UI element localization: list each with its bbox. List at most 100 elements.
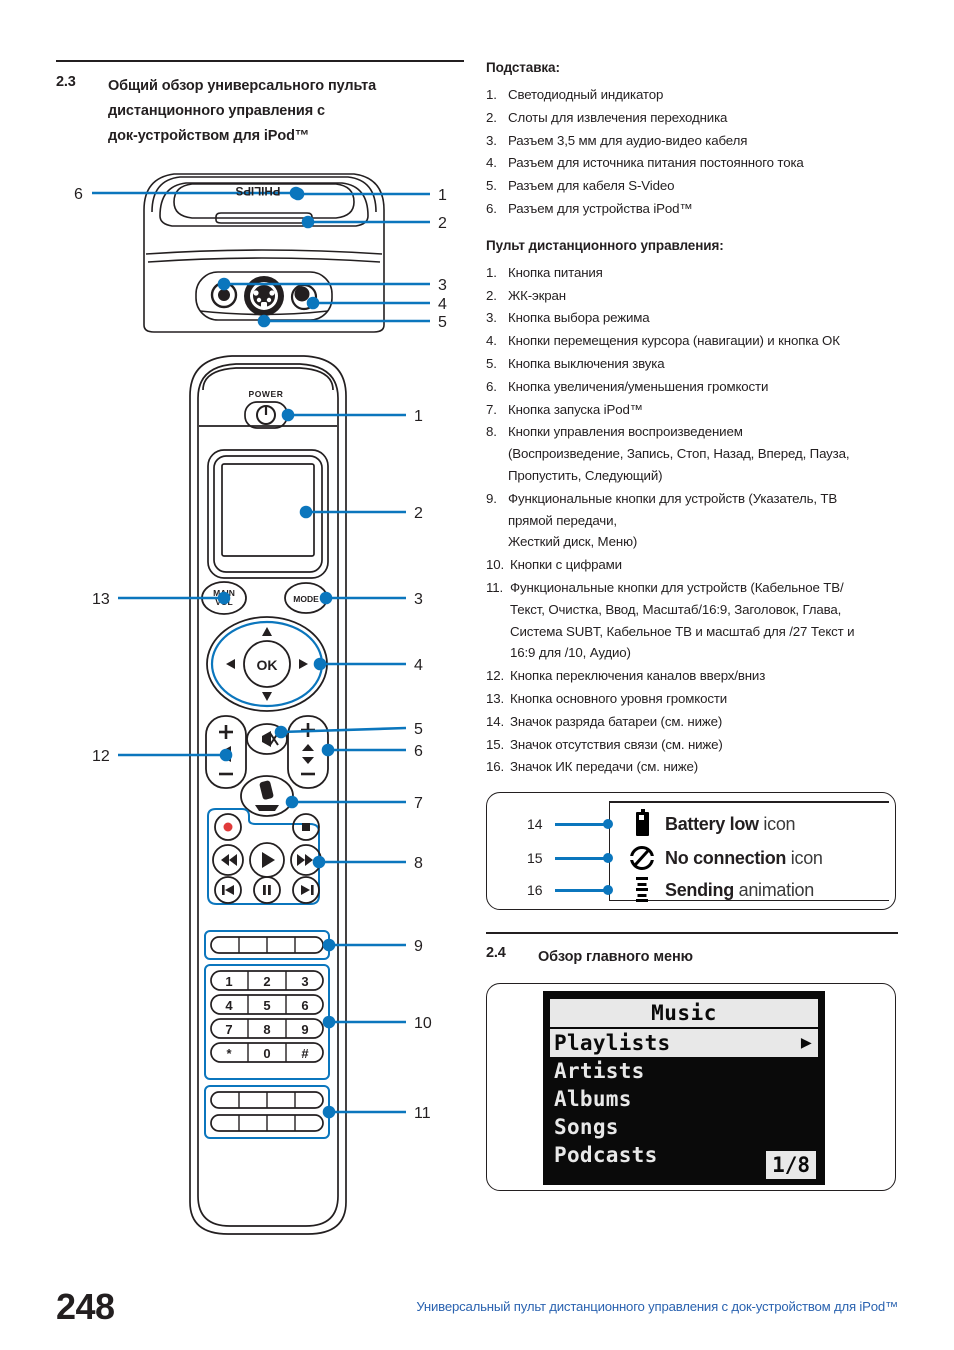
- remote-callout-4: 4: [414, 657, 423, 674]
- left-column: 2.3 Общий обзор универсального пульта ди…: [56, 60, 464, 149]
- lcd-menu-item-label: Albums: [554, 1087, 632, 1112]
- ipod-launch-button: [240, 775, 294, 817]
- remote-callout-9: 9: [414, 938, 423, 955]
- list-item-number: 16.: [486, 759, 505, 775]
- soft-key-row: [204, 930, 330, 960]
- list-item-text: Кнопка увеличения/уменьшения громкости: [508, 378, 769, 394]
- list-item-number: 2.: [486, 109, 497, 125]
- power-label: POWER: [248, 389, 283, 399]
- lcd-title: Music: [550, 999, 818, 1028]
- list-item-cont: Текст, Очистка, Ввод, Масштаб/16:9, Заго…: [510, 601, 842, 617]
- battery-low-icon: [627, 809, 657, 837]
- lcd-menu-item-artists[interactable]: Artists: [550, 1057, 818, 1085]
- power-button: POWER: [244, 389, 288, 429]
- dock-list: 1. Светодиодный индикатор 2. Слоты для изв…: [486, 84, 898, 220]
- list-item: 2. Слоты для извлечения переходника: [486, 107, 898, 129]
- remote-callout-10: 10: [414, 1015, 432, 1032]
- dock-callout-1: 1: [438, 187, 447, 204]
- navigation-ring: OK: [206, 616, 328, 712]
- section-2-3-title-line2: дистанционного управления с: [108, 102, 325, 119]
- list-item: 6. Разъем для устройства iPod™: [486, 198, 898, 220]
- icon-legend-label-battery: Battery low icon: [665, 813, 796, 835]
- lcd-menu-item-albums[interactable]: Albums: [550, 1085, 818, 1113]
- list-item-cont: Пропустить, Следующий): [508, 467, 663, 483]
- list-item-cont: Жесткий диск, Меню): [508, 534, 638, 550]
- list-item-number: 6.: [486, 378, 497, 394]
- list-item-text: Значок ИК передачи (см. ниже): [510, 759, 699, 775]
- icon-legend-label-bold: No connection: [665, 847, 787, 868]
- list-item-text: Кнопка переключения каналов вверх/вниз: [510, 668, 766, 684]
- chevron-right-icon: ▶: [800, 1032, 812, 1054]
- svg-text:2: 2: [263, 974, 270, 989]
- list-item-number: 8.: [486, 424, 497, 440]
- dock-callout-4: 4: [438, 296, 447, 313]
- remote-diagram: POWER MAIN VOL MODE OK: [56, 350, 464, 1240]
- channel-down-icon: [302, 757, 314, 764]
- lcd-menu-item-songs[interactable]: Songs: [550, 1113, 818, 1141]
- list-item-number: 3.: [486, 132, 497, 148]
- dock-diagram: PHILIPS 1 2 3 4 5 6: [56, 150, 464, 335]
- dock-callout-2: 2: [438, 215, 447, 232]
- icon-legend-label-bold: Battery low: [665, 813, 759, 834]
- icon-legend-callout-15: 15: [527, 850, 543, 867]
- list-item-number: 7.: [486, 401, 497, 417]
- main-menu-screenshot-box: Music Playlists ▶ Artists Albums Songs P…: [486, 983, 896, 1192]
- svg-text:1: 1: [225, 974, 232, 989]
- sending-animation-icon: [627, 877, 657, 903]
- remote-callout-1: 1: [414, 408, 423, 425]
- remote-callout-2: 2: [414, 505, 423, 522]
- philips-brand-logo: PHILIPS: [235, 184, 280, 196]
- list-item-number: 12.: [486, 668, 505, 684]
- play-icon: [262, 852, 275, 868]
- list-item: 16. Значок ИК передачи (см. ниже): [486, 756, 898, 778]
- svg-text:0: 0: [263, 1046, 270, 1061]
- list-item-text: Кнопка выбора режима: [508, 310, 650, 326]
- list-item-text: Кнопки с цифрами: [510, 557, 622, 573]
- list-item-number: 3.: [486, 310, 497, 326]
- list-item: 15. Значок отсутствия связи (см. ниже): [486, 734, 898, 756]
- leader-line: [555, 856, 607, 860]
- list-item-cont: (Воспроизведение, Запись, Стоп, Назад, В…: [508, 446, 850, 462]
- remote-callout-3: 3: [414, 591, 423, 608]
- list-item: 14. Значок разряда батареи (см. ниже): [486, 711, 898, 733]
- list-item-text: Разъем для кабеля S-Video: [508, 178, 675, 194]
- section-divider-top: [56, 60, 464, 62]
- icon-legend-label-rest: icon: [758, 813, 796, 834]
- remote-callout-13: 13: [92, 591, 110, 608]
- icon-legend-label-noconnection: No connection icon: [665, 848, 823, 869]
- list-item-text: Разъем для устройства iPod™: [508, 200, 693, 216]
- list-item: 2. ЖК-экран: [486, 285, 898, 307]
- list-item-number: 4.: [486, 333, 497, 349]
- stop-icon: [302, 823, 310, 831]
- list-item-text: Разъем 3,5 мм для аудио-видео кабеля: [508, 132, 748, 148]
- lcd-menu-item-label: Artists: [554, 1059, 645, 1084]
- lcd-menu-item-playlists[interactable]: Playlists ▶: [550, 1029, 818, 1058]
- dock-diagram-svg: PHILIPS 1 2 3 4 5 6: [74, 173, 447, 333]
- channel-rocker: [287, 715, 329, 789]
- list-item-line: Кнопки управления воспроизведением: [508, 424, 743, 440]
- list-item: 4. Кнопки перемещения курсора (навигации)…: [486, 330, 898, 352]
- svg-text:9: 9: [301, 1022, 308, 1037]
- dock-callout-3: 3: [438, 277, 447, 294]
- list-item-text: Функциональные кнопки для устройств (Ука…: [508, 488, 898, 553]
- right-column: Подставка: 1. Светодиодный индикатор 2. Сл…: [486, 60, 898, 1192]
- section-2-4-number: 2.4: [486, 945, 506, 962]
- svg-text:5: 5: [263, 998, 270, 1013]
- remote-list-heading: Пульт дистанционного управления:: [486, 237, 724, 253]
- list-item-text: Разъем для источника питания постоянного…: [508, 155, 804, 171]
- list-item-text: Кнопка основного уровня громкости: [510, 690, 728, 706]
- list-item-number: 9.: [486, 490, 497, 506]
- list-item-text: Кнопка запуска iPod™: [508, 401, 643, 417]
- svg-text:8: 8: [263, 1022, 270, 1037]
- remote-callout-7: 7: [414, 795, 423, 812]
- list-item: 3. Разъем 3,5 мм для аудио-видео кабеля: [486, 130, 898, 152]
- dock-callout-6: 6: [74, 186, 83, 203]
- svg-text:6: 6: [301, 998, 308, 1013]
- channel-up-icon: [302, 744, 314, 751]
- lcd-page-indicator: 1/8: [766, 1151, 816, 1180]
- svg-text:4: 4: [225, 998, 233, 1013]
- list-item-number: 4.: [486, 155, 497, 171]
- list-item-number: 1.: [486, 87, 497, 102]
- section-2-4-heading: 2.4 Обзор главного меню: [486, 945, 898, 970]
- dock-callout-5: 5: [438, 314, 447, 331]
